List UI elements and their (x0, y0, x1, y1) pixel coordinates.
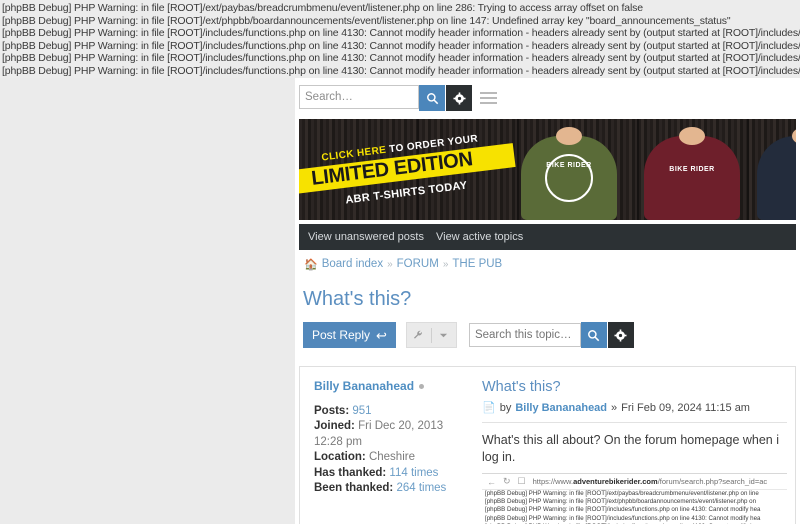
breadcrumb-item-the-pub[interactable]: THE PUB (452, 258, 502, 270)
embedded-browser-urlbar: ← ↻ ☐ https://www.adventurebikerider.com… (482, 474, 787, 490)
site-search-bar (295, 78, 800, 116)
post-text-body: What's this all about? On the forum home… (482, 433, 779, 464)
tshirt-advert-banner[interactable]: BIKE RIDER BIKE RIDER CLICK HERE TO ORDE… (299, 119, 796, 220)
topic-advanced-search-button[interactable] (607, 322, 634, 348)
offline-dot-icon (419, 384, 425, 390)
profile-stat-location: Location: Cheshire (314, 450, 474, 466)
embedded-url-text: https://www.adventurebikerider.com/forum… (533, 477, 768, 486)
topic-action-bar: Post Reply ↩ (299, 322, 800, 348)
post-divider (482, 422, 787, 423)
debug-warning-line: [phpBB Debug] PHP Warning: in file [ROOT… (2, 52, 800, 65)
advanced-search-button[interactable] (446, 85, 472, 111)
post-reply-button[interactable]: Post Reply ↩ (303, 322, 396, 348)
nav-view-active-topics[interactable]: View active topics (436, 231, 523, 243)
gear-icon (452, 91, 466, 105)
search-icon (588, 329, 600, 341)
banner-shirt-maroon: BIKE RIDER (644, 127, 740, 220)
breadcrumb-item-board-index[interactable]: Board index (322, 258, 383, 270)
embedded-url-domain: adventurebikerider.com (573, 477, 658, 486)
post-meta-date: Fri Feb 09, 2024 11:15 am (621, 401, 750, 414)
post-body: What's this? 📄 by Billy Bananahead » Fri… (474, 367, 795, 524)
embedded-warning-line: [phpBB Debug] PHP Warning: in file [ROOT… (485, 514, 761, 522)
profile-stat-value[interactable]: 114 times (389, 467, 438, 479)
banner-shirt2-logo: BIKE RIDER (669, 166, 715, 173)
profile-stat-label: Location: (314, 451, 366, 463)
profile-stat-value[interactable]: 264 times (396, 482, 446, 494)
embedded-url-prefix: https://www. (532, 477, 574, 486)
banner-plank-divider (517, 119, 519, 220)
banner-shirt1-logo: BIKE RIDER (546, 162, 592, 169)
hamburger-menu-icon[interactable] (480, 85, 504, 111)
topic-tools-dropdown[interactable] (432, 323, 456, 347)
post-reply-label: Post Reply (312, 328, 371, 342)
topic-tools-button[interactable] (407, 323, 431, 347)
profile-stat-label: Has thanked: (314, 466, 387, 479)
profile-stat-joined: Joined: Fri Dec 20, 2013 12:28 pm (314, 419, 474, 450)
php-debug-warnings: [phpBB Debug] PHP Warning: in file [ROOT… (0, 0, 800, 78)
banner-plank-divider (747, 119, 749, 220)
banner-plank-divider (637, 119, 639, 220)
wrench-icon (414, 330, 423, 339)
post-meta-author-link[interactable]: Billy Bananahead (515, 402, 607, 414)
embedded-screenshot-image[interactable]: ← ↻ ☐ https://www.adventurebikerider.com… (482, 473, 787, 524)
page-root: [phpBB Debug] PHP Warning: in file [ROOT… (0, 0, 800, 524)
reload-icon: ↻ (503, 476, 511, 486)
back-arrow-icon: ← (487, 476, 496, 487)
profile-stat-value[interactable]: 951 (352, 405, 371, 417)
embedded-url-path: /forum/search.php?search_id=ac (657, 477, 768, 486)
post-subject[interactable]: What's this? (482, 379, 787, 395)
search-icon (426, 92, 438, 104)
breadcrumb-separator: » (387, 258, 393, 270)
debug-warning-line: [phpBB Debug] PHP Warning: in file [ROOT… (2, 39, 800, 52)
gear-icon (614, 328, 627, 342)
topic-search-group (468, 322, 634, 348)
post-meta: 📄 by Billy Bananahead » Fri Feb 09, 2024… (482, 401, 787, 415)
post-author-link[interactable]: Billy Bananahead (314, 379, 414, 395)
post-author-profile: Billy Bananahead Posts: 951 Joined: Fri … (300, 367, 474, 524)
forum-navbar: View unanswered posts View active topics (299, 224, 796, 250)
shirt-neck (679, 127, 705, 145)
page-title: What's this? (303, 288, 412, 310)
search-submit-button[interactable] (419, 85, 445, 111)
post-by-label: by (499, 401, 512, 414)
profile-stat-label: Joined: (314, 420, 355, 432)
profile-stat-has-thanked: Has thanked: 114 times (314, 466, 474, 482)
post-author-name-row: Billy Bananahead (314, 379, 474, 395)
shirt-neck (556, 127, 582, 145)
post-container: Billy Bananahead Posts: 951 Joined: Fri … (299, 366, 796, 524)
breadcrumb-item-forum[interactable]: FORUM (397, 258, 439, 270)
home-icon: 🏠 (304, 258, 318, 271)
nav-view-unanswered-posts[interactable]: View unanswered posts (308, 231, 424, 243)
topic-search-submit-button[interactable] (580, 322, 607, 348)
profile-stat-label: Posts: (314, 404, 350, 417)
search-input[interactable] (299, 85, 419, 109)
debug-warning-line: [phpBB Debug] PHP Warning: in file [ROOT… (2, 64, 800, 77)
profile-stat-value: Cheshire (368, 451, 415, 463)
page-info-icon: ☐ (517, 476, 526, 486)
profile-stat-been-thanked: Been thanked: 264 times (314, 481, 474, 497)
post-meta-separator: » (611, 401, 618, 414)
breadcrumb-separator: » (442, 258, 449, 270)
embedded-warning-line: [phpBB Debug] PHP Warning: in file [ROOT… (485, 498, 757, 506)
embedded-warning-line: [phpBB Debug] PHP Warning: in file [ROOT… (485, 490, 759, 497)
debug-warning-line: [phpBB Debug] PHP Warning: in file [ROOT… (2, 2, 643, 14)
banner-shirt-green: BIKE RIDER (521, 127, 617, 220)
chevron-down-icon (440, 333, 448, 337)
topic-search-input[interactable] (468, 323, 581, 347)
reply-arrow-icon: ↩ (376, 327, 387, 343)
post-page-icon[interactable]: 📄 (482, 401, 496, 414)
profile-stat-posts: Posts: 951 (314, 404, 474, 420)
topic-tools-group (405, 322, 457, 348)
profile-stat-label: Been thanked: (314, 482, 394, 494)
debug-warning-line: [phpBB Debug] PHP Warning: in file [ROOT… (2, 14, 731, 27)
debug-warning-line: [phpBB Debug] PHP Warning: in file [ROOT… (2, 27, 800, 40)
embedded-warning-line: [phpBB Debug] PHP Warning: in file [ROOT… (485, 506, 761, 514)
forum-content-column: BIKE RIDER BIKE RIDER CLICK HERE TO ORDE… (295, 78, 800, 524)
breadcrumb: 🏠 Board index » FORUM » THE PUB (299, 250, 800, 278)
